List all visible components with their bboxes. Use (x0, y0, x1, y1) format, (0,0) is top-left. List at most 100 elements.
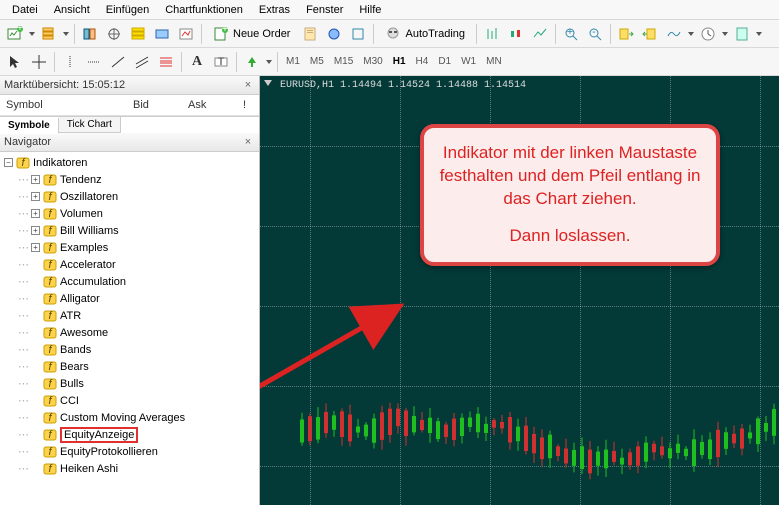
arrow-up-button[interactable] (241, 51, 263, 73)
nav-item[interactable]: EquityProtokollieren (60, 446, 158, 458)
label-button[interactable]: T (210, 51, 232, 73)
indicator-icon: f (43, 377, 57, 391)
col-symbol[interactable]: Symbol (4, 97, 131, 113)
nav-root[interactable]: Indikatoren (33, 157, 87, 169)
separator (373, 24, 374, 44)
col-ask[interactable]: Ask (186, 97, 241, 113)
chart-area[interactable]: EURUSD,H1 1.14494 1.14524 1.14488 1.1451… (260, 76, 779, 505)
market-watch-button[interactable] (79, 23, 101, 45)
col-alert[interactable]: ! (241, 97, 255, 113)
nav-folder[interactable]: Bill Williams (60, 225, 119, 237)
trendline-button[interactable] (107, 51, 129, 73)
zoom-in-button[interactable]: + (560, 23, 582, 45)
nav-item[interactable]: Bulls (60, 378, 84, 390)
indicator-icon: f (43, 445, 57, 459)
nav-folder[interactable]: Oszillatoren (60, 191, 118, 203)
tf-m5[interactable]: M5 (306, 56, 328, 67)
svg-text:+: + (567, 26, 573, 38)
menu-chartfunktionen[interactable]: Chartfunktionen (157, 4, 251, 16)
menu-extras[interactable]: Extras (251, 4, 298, 16)
vline-button[interactable] (59, 51, 81, 73)
new-chart-button[interactable]: + (4, 23, 26, 45)
indicator-icon: f (43, 326, 57, 340)
separator (610, 24, 611, 44)
nav-item[interactable]: Bands (60, 344, 91, 356)
terminal-button[interactable] (151, 23, 173, 45)
channel-button[interactable] (131, 51, 153, 73)
indicator-icon: f (43, 292, 57, 306)
tf-m15[interactable]: M15 (330, 56, 357, 67)
menu-hilfe[interactable]: Hilfe (351, 4, 389, 16)
separator (54, 52, 55, 72)
cursor-button[interactable] (4, 51, 26, 73)
nav-item[interactable]: Accumulation (60, 276, 126, 288)
new-order-button[interactable]: +Neue Order (206, 23, 297, 45)
nav-item[interactable]: Heiken Ashi (60, 463, 118, 475)
market-watch-close-icon[interactable]: × (241, 78, 255, 92)
toolbar-1: + +Neue Order AutoTrading + - (0, 20, 779, 48)
navigator-close-icon[interactable]: × (241, 135, 255, 149)
navigator-title: Navigator × (0, 133, 259, 152)
menu-ansicht[interactable]: Ansicht (46, 4, 98, 16)
candlestick-chart (260, 365, 779, 505)
menu-datei[interactable]: Datei (4, 4, 46, 16)
arrows-dropdown[interactable] (265, 51, 273, 73)
indicators-dropdown[interactable] (687, 23, 695, 45)
navigator-button[interactable] (127, 23, 149, 45)
fibo-button[interactable] (155, 51, 177, 73)
tf-h4[interactable]: H4 (412, 56, 433, 67)
periods-button[interactable] (697, 23, 719, 45)
strategy-tester-button[interactable] (175, 23, 197, 45)
nav-item[interactable]: Accelerator (60, 259, 116, 271)
auto-scroll-button[interactable] (615, 23, 637, 45)
nav-folder[interactable]: Tendenz (60, 174, 102, 186)
tf-d1[interactable]: D1 (434, 56, 455, 67)
data-window-button[interactable] (103, 23, 125, 45)
tf-m1[interactable]: M1 (282, 56, 304, 67)
options-button[interactable] (323, 23, 345, 45)
tf-w1[interactable]: W1 (457, 56, 480, 67)
line-chart-button[interactable] (529, 23, 551, 45)
tab-tick-chart[interactable]: Tick Chart (59, 117, 121, 133)
full-screen-button[interactable] (347, 23, 369, 45)
nav-folder[interactable]: Examples (60, 242, 108, 254)
svg-text:+: + (17, 26, 23, 34)
hline-button[interactable] (83, 51, 105, 73)
templates-button[interactable] (731, 23, 753, 45)
profiles-button[interactable] (38, 23, 60, 45)
tf-m30[interactable]: M30 (359, 56, 386, 67)
autotrading-button[interactable]: AutoTrading (378, 23, 472, 45)
nav-item[interactable]: Bears (60, 361, 89, 373)
candle-chart-button[interactable] (505, 23, 527, 45)
periods-dropdown[interactable] (721, 23, 729, 45)
col-bid[interactable]: Bid (131, 97, 186, 113)
profiles-dropdown[interactable] (62, 23, 70, 45)
nav-item[interactable]: Awesome (60, 327, 108, 339)
templates-dropdown[interactable] (755, 23, 763, 45)
tf-h1[interactable]: H1 (389, 56, 410, 67)
tf-mn[interactable]: MN (482, 56, 506, 67)
text-button[interactable]: A (186, 51, 208, 73)
bar-chart-button[interactable] (481, 23, 503, 45)
nav-item[interactable]: ATR (60, 310, 81, 322)
cross-button[interactable] (28, 51, 50, 73)
menu-einfuegen[interactable]: Einfügen (98, 4, 157, 16)
market-watch-title: Marktübersicht: 15:05:12 × (0, 76, 259, 95)
nav-item-highlighted[interactable]: EquityAnzeige (60, 427, 138, 443)
nav-item[interactable]: CCI (60, 395, 79, 407)
metaeditor-button[interactable] (299, 23, 321, 45)
chart-dropdown-icon[interactable] (264, 80, 272, 86)
navigator-tree[interactable]: −fIndikatoren⋯+fTendenz⋯+fOszillatoren⋯+… (0, 152, 259, 505)
new-chart-dropdown[interactable] (28, 23, 36, 45)
tab-symbole[interactable]: Symbole (0, 118, 59, 134)
nav-folder[interactable]: Volumen (60, 208, 103, 220)
indicators-button[interactable] (663, 23, 685, 45)
chart-shift-button[interactable] (639, 23, 661, 45)
nav-item[interactable]: Custom Moving Averages (60, 412, 185, 424)
autotrading-label: AutoTrading (405, 28, 465, 40)
menu-fenster[interactable]: Fenster (298, 4, 351, 16)
nav-item[interactable]: Alligator (60, 293, 100, 305)
instruction-callout: Indikator mit der linken Maustaste festh… (420, 124, 720, 266)
market-watch-header: Symbol Bid Ask ! (0, 95, 259, 116)
zoom-out-button[interactable]: - (584, 23, 606, 45)
